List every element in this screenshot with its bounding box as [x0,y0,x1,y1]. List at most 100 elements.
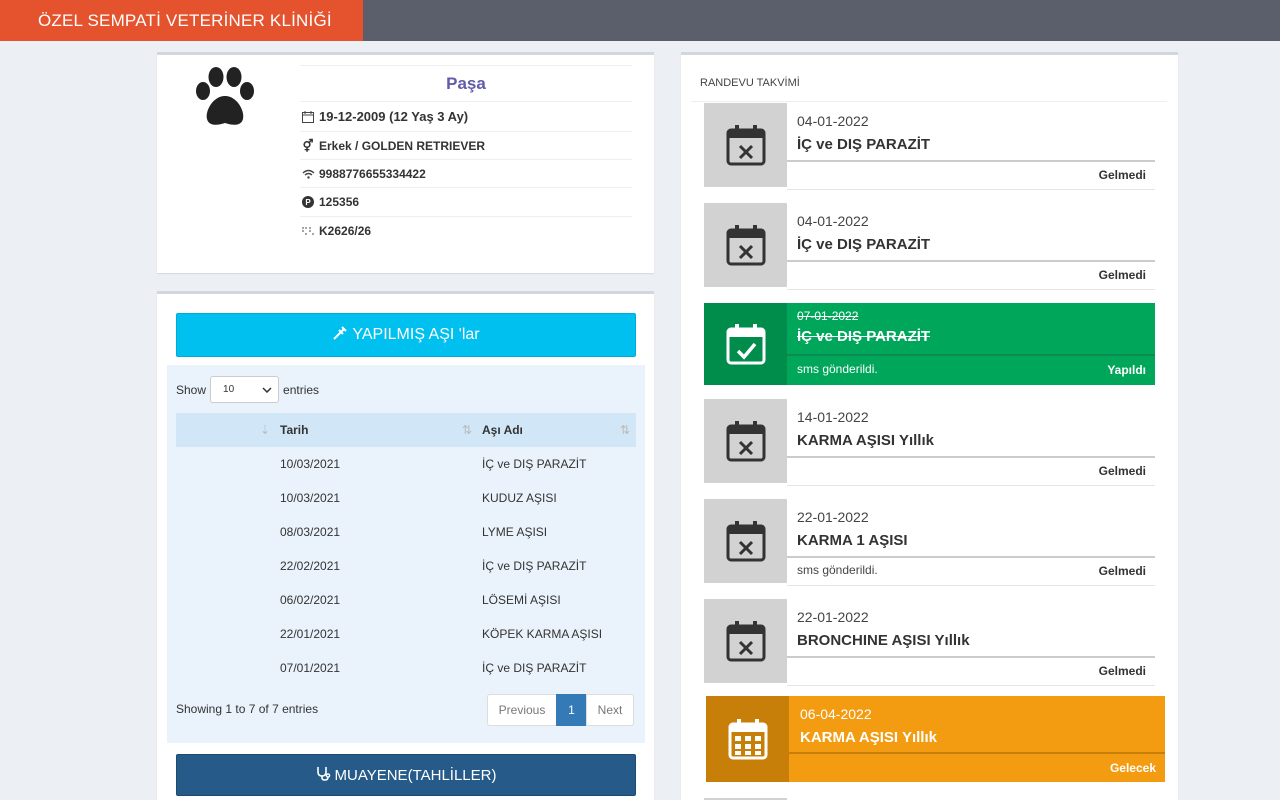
column-vaccine-label: Aşı Adı [482,423,523,437]
calendar-grid-icon [728,719,767,760]
clinic-brand[interactable]: ÖZEL SEMPATİ VETERİNER KLİNİĞİ [0,0,363,41]
examination-button-label: MUAYENE(TAHLİLLER) [334,766,497,784]
pet-birth-row: 19-12-2009 (12 Yaş 3 Ay) [300,101,632,131]
vaccine-date: 22/02/2021 [280,559,341,573]
vaccines-card: YAPILMIŞ AŞI 'lar Show 10 entries ⇣ Tari… [157,291,654,800]
vaccine-date: 08/03/2021 [280,525,341,539]
appointment-status: Gelmedi [1098,464,1146,478]
vaccines-button-label: YAPILMIŞ AŞI 'lar [352,326,480,343]
column-date-label: Tarih [280,423,309,437]
gender-icon: ⚥ [302,138,314,153]
appointment-name: KARMA 1 AŞISI [797,532,908,549]
calendar-x-icon [726,125,765,166]
appointment-status: Gelmedi [1098,664,1146,678]
appointment-name: İÇ ve DIŞ PARAZİT [797,136,931,153]
appointment-date: 07-01-2022 [797,309,859,323]
appointment-item[interactable]: 22-01-2022 KARMA 1 AŞISI sms gönderildi.… [704,499,1155,586]
column-date[interactable]: Tarih ⇅ [280,423,482,437]
appointment-status: Gelmedi [1098,268,1146,282]
calendar-x-icon [726,521,765,562]
vaccine-name: LYME AŞISI [482,525,548,539]
examination-button[interactable]: MUAYENE(TAHLİLLER) [176,754,636,796]
vaccine-date: 10/03/2021 [280,491,341,505]
pet-code: K2626/26 [319,223,372,238]
braille-icon [300,224,316,238]
appointment-date: 14-01-2022 [797,409,869,425]
table-info: Showing 1 to 7 of 7 entries [176,702,319,716]
appointment-name: KARMA AŞISI Yıllık [797,432,934,449]
pet-birth: 19-12-2009 (12 Yaş 3 Ay) [319,109,469,124]
table-row[interactable]: 08/03/2021 LYME AŞISI [176,515,636,549]
column-vaccine[interactable]: Aşı Adı ⇅ [482,423,636,437]
appointment-date: 06-04-2022 [800,706,872,722]
appointment-note: sms gönderildi. [797,362,878,376]
pet-name: Paşa [300,65,632,101]
appointment-status: Gelmedi [1098,564,1146,578]
paw-icon [196,67,254,125]
table-row[interactable]: 22/02/2021 İÇ ve DIŞ PARAZİT [176,549,636,583]
calendar-x-icon [726,421,765,462]
page-length-select[interactable]: 10 [210,376,280,403]
previous-page-button[interactable]: Previous [487,694,557,726]
appointment-item[interactable]: 04-01-2022 İÇ ve DIŞ PARAZİT Gelmedi [704,203,1155,290]
table-row[interactable]: 07/01/2021 İÇ ve DIŞ PARAZİT [176,651,636,685]
page-length-control: Show 10 entries [176,376,319,403]
vaccines-datatable: Show 10 entries ⇣ Tarih ⇅ Aşı Adı ⇅ 10/03/… [167,365,645,743]
appointment-status: Yapıldı [1107,363,1146,377]
sort-icon: ⇅ [461,423,472,437]
table-row[interactable]: 22/01/2021 KÖPEK KARMA AŞISI [176,617,636,651]
entries-label: entries [283,382,320,397]
pet-gender-row: ⚥ Erkek / GOLDEN RETRIEVER [300,131,632,159]
appointment-item[interactable]: 14-01-2022 KARMA AŞISI Yıllık Gelmedi [704,399,1155,486]
page-1-button[interactable]: 1 [556,694,587,726]
appointment-item[interactable]: 04-01-2022 İÇ ve DIŞ PARAZİT Gelmedi [704,103,1155,190]
appointment-status: Gelecek [1109,761,1156,775]
appointment-note: sms gönderildi. [797,563,878,577]
vaccine-name: İÇ ve DIŞ PARAZİT [482,457,587,471]
calendar-check-icon [726,324,765,365]
table-header: ⇣ Tarih ⇅ Aşı Adı ⇅ [176,413,636,447]
pet-details: Paşa 19-12-2009 (12 Yaş 3 Ay) ⚥ Erkek / … [300,65,632,244]
show-label: Show [176,382,207,397]
vaccine-date: 10/03/2021 [280,457,341,471]
chevron-down-icon [262,386,272,393]
vaccines-table: ⇣ Tarih ⇅ Aşı Adı ⇅ 10/03/2021 İÇ ve DIŞ PA… [176,413,636,685]
appointment-date: 04-01-2022 [797,213,869,229]
table-row[interactable]: 06/02/2021 LÖSEMİ AŞISI [176,583,636,617]
pet-code-row: K2626/26 [300,216,632,244]
table-row[interactable]: 10/03/2021 İÇ ve DIŞ PARAZİT [176,447,636,481]
pet-parking-row: P 125356 [300,187,632,216]
appointment-item-done[interactable]: 07-01-2022 İÇ ve DIŞ PARAZİT sms gönderi… [704,303,1155,385]
stethoscope-icon [316,766,331,785]
page-length-value: 10 [223,384,235,395]
vaccine-date: 07/01/2021 [280,661,341,675]
appointment-calendar-card: RANDEVU TAKVİMİ 04-01-2022 İÇ ve DIŞ PAR… [681,52,1178,800]
appointment-name: İÇ ve DIŞ PARAZİT [797,328,931,345]
svg-text:P: P [305,198,311,207]
appointment-date: 22-01-2022 [797,509,869,525]
vaccine-name: İÇ ve DIŞ PARAZİT [482,559,587,573]
appointment-name: İÇ ve DIŞ PARAZİT [797,236,931,253]
vaccines-button[interactable]: YAPILMIŞ AŞI 'lar [176,313,636,357]
calendar-x-icon [726,621,765,662]
appointment-item-upcoming[interactable]: 06-04-2022 KARMA AŞISI Yıllık Gelecek [706,696,1165,782]
appointment-date: 22-01-2022 [797,609,869,625]
sort-asc-icon: ⇣ [259,423,270,437]
table-row[interactable]: 10/03/2021 KUDUZ AŞISI [176,481,636,515]
appointment-status: Gelmedi [1098,168,1146,182]
vaccine-name: LÖSEMİ AŞISI [482,593,561,607]
vaccine-name: İÇ ve DIŞ PARAZİT [482,661,587,675]
appointment-name: BRONCHINE AŞISI Yıllık [797,632,970,649]
sort-icon: ⇅ [619,423,630,437]
pet-parking: 125356 [319,195,360,209]
pet-gender-breed: Erkek / GOLDEN RETRIEVER [319,138,486,153]
pet-chip-row: 9988776655334422 [300,159,632,187]
appointment-item[interactable]: 22-01-2022 BRONCHINE AŞISI Yıllık Gelmed… [704,599,1155,686]
wifi-icon [300,167,316,181]
calendar-icon [300,110,316,124]
vaccine-name: KÖPEK KARMA AŞISI [482,627,603,641]
column-index[interactable]: ⇣ [176,423,280,437]
next-page-button[interactable]: Next [586,694,634,726]
p-circle-icon: P [300,195,316,209]
top-navbar: ÖZEL SEMPATİ VETERİNER KLİNİĞİ [0,0,1280,41]
